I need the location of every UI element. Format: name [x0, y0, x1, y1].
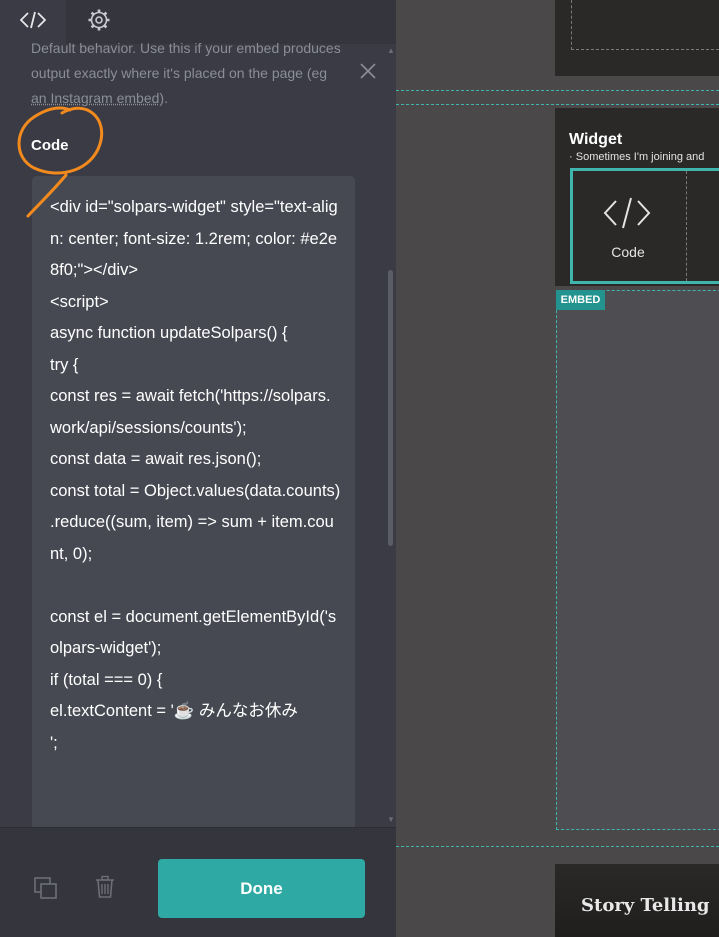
code-editor-text[interactable]: <div id="solpars-widget" style="text-ali… — [50, 192, 342, 759]
code-icon — [602, 193, 652, 233]
panel-footer: Done — [0, 827, 396, 937]
embed-block[interactable] — [556, 290, 719, 830]
instagram-embed-link[interactable]: an Instagram embed — [31, 90, 159, 106]
help-line-2: output exactly where it's placed on the … — [31, 65, 328, 81]
trash-icon — [94, 875, 116, 904]
embed-behavior-description: Default behavior. Use this if your embed… — [31, 36, 361, 111]
section-guide-line — [396, 846, 719, 847]
story-telling-title: Story Telling — [581, 895, 710, 916]
delete-button[interactable] — [92, 875, 118, 903]
widget-subtitle-text: Sometimes I'm joining and — [575, 151, 705, 163]
code-field-label: Code — [31, 137, 69, 154]
scroll-up-icon[interactable]: ▲ — [387, 46, 395, 55]
section-guide-line — [396, 104, 719, 105]
embed-badge: EMBED — [556, 290, 605, 310]
section-guide-line — [396, 90, 719, 91]
duplicate-button[interactable] — [32, 876, 60, 904]
close-button[interactable] — [356, 61, 380, 85]
widget-subtitle: · Sometimes I'm joining and — [569, 151, 705, 163]
widget-title: Widget — [569, 131, 623, 148]
code-icon — [19, 10, 47, 35]
site-canvas-preview: Widget · Sometimes I'm joining and Code … — [396, 0, 719, 937]
gear-icon — [87, 8, 111, 37]
scroll-down-icon[interactable]: ▼ — [387, 815, 395, 824]
embed-editor-panel: Default behavior. Use this if your embed… — [0, 0, 396, 937]
top-section-frame — [571, 0, 719, 50]
card-divider — [686, 171, 687, 281]
help-line-3-end: ). — [159, 90, 168, 106]
code-block-label: Code — [611, 244, 645, 260]
code-editor[interactable]: <div id="solpars-widget" style="text-ali… — [32, 176, 355, 836]
done-button[interactable]: Done — [158, 859, 365, 918]
close-icon — [359, 62, 377, 85]
help-line-1: Default behavior. Use this if your embed… — [31, 40, 341, 56]
scrollbar-thumb[interactable] — [388, 270, 393, 546]
duplicate-icon — [33, 876, 59, 905]
